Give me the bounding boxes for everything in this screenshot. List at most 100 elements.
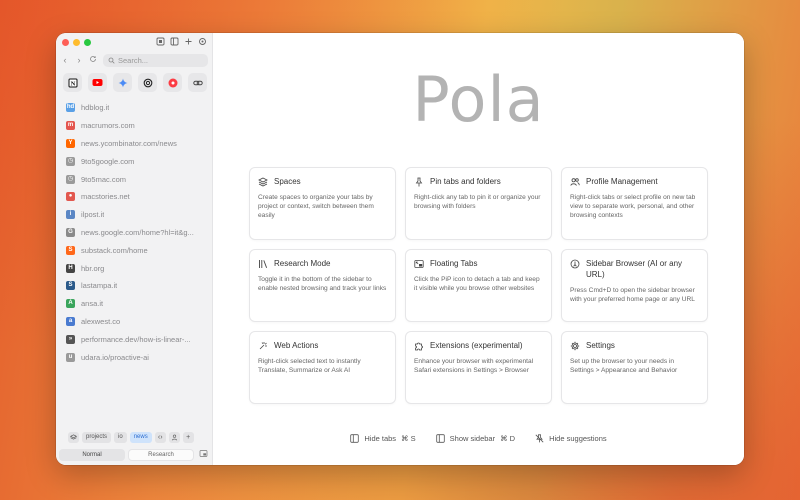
sidebar-tab-label: ilpost.it — [81, 210, 105, 220]
sidebar-tab[interactable]: Gnews.google.com/home?hl=it&g... — [56, 224, 212, 242]
minimize-window-button[interactable] — [73, 39, 80, 46]
sidebar-tab-label: alexwest.co — [81, 316, 121, 326]
search-bar[interactable] — [103, 53, 208, 67]
favicon-icon: S — [66, 281, 75, 291]
card-title: Sidebar Browser (AI or any URL) — [586, 259, 683, 279]
sidebar-tab[interactable]: u udara.io/proactive-ai — [56, 348, 212, 366]
sidebar-tab-label: news.google.com/home?hl=it&g... — [81, 227, 194, 237]
tab-list: hd hdblog.it m macrumors.com Ynews.ycombinat… — [56, 98, 212, 366]
show-sidebar-button[interactable]: Show sidebar ⌘ D — [435, 434, 515, 443]
card-profile-management[interactable]: Profile Management Right-click tabs or s… — [561, 167, 708, 240]
space-projects[interactable]: projects — [82, 431, 112, 443]
sidebar-tab-label: udara.io/proactive-ai — [81, 352, 149, 362]
sidebar-tab[interactable]: Hhbr.org — [56, 259, 212, 277]
space-stack-icon[interactable] — [68, 431, 79, 443]
feature-cards: Spaces Create spaces to organize your ta… — [249, 167, 708, 404]
sidebar-tab[interactable]: Ynews.ycombinator.com/news — [56, 135, 212, 153]
favicon-icon: H — [66, 263, 75, 273]
back-arrow-icon[interactable]: ‹ — [61, 55, 69, 65]
favicon-icon: S — [66, 245, 75, 255]
hide-suggestions-button[interactable]: Hide suggestions — [535, 434, 607, 443]
picture-in-picture-icon[interactable] — [197, 449, 209, 461]
card-title: Pin tabs and folders — [430, 177, 501, 186]
card-extensions[interactable]: Extensions (experimental) Enhance your b… — [405, 331, 552, 404]
card-sidebar-browser[interactable]: Sidebar Browser (AI or any URL) Press Cm… — [561, 249, 708, 322]
sidebar-tab[interactable]: ● macstories.net — [56, 188, 212, 206]
sidebar-left-icon — [350, 434, 360, 443]
card-title: Web Actions — [274, 341, 319, 350]
sidebar-tab[interactable]: i ilpost.it — [56, 206, 212, 224]
sidebar-tab[interactable]: ◷ 9to5mac.com — [56, 170, 212, 188]
card-pin-tabs[interactable]: Pin tabs and folders Right-click any tab… — [405, 167, 552, 240]
favicon-icon: Y — [66, 138, 75, 148]
space-person-icon[interactable] — [168, 431, 180, 443]
link-icon — [192, 80, 203, 85]
card-description: Press Cmd+D to open the sidebar browser … — [570, 287, 695, 303]
globe-icon — [570, 259, 580, 269]
sidebar-tab[interactable]: » performance.dev/how-is-linear-... — [56, 330, 212, 348]
sidebar-tab-label: hbr.org — [81, 263, 105, 273]
favicon-icon: G — [66, 227, 75, 237]
card-title: Profile Management — [586, 177, 658, 186]
card-web-actions[interactable]: Web Actions Right-click selected text to… — [249, 331, 396, 404]
gear-icon — [570, 341, 580, 351]
pinned-gemini[interactable] — [113, 73, 132, 92]
sidebar-tab[interactable]: a alexwest.co — [56, 313, 212, 331]
card-spaces[interactable]: Spaces Create spaces to organize your ta… — [249, 167, 396, 240]
profile-normal[interactable]: Normal — [59, 448, 125, 461]
reload-icon[interactable] — [89, 55, 97, 65]
hide-tabs-button[interactable]: Hide tabs ⌘ S — [350, 434, 416, 443]
favicon-icon: m — [66, 121, 75, 131]
pinned-link[interactable] — [188, 73, 207, 92]
sidebar-tab[interactable]: ◷ 9to5google.com — [56, 152, 212, 170]
layers-icon — [258, 177, 268, 187]
card-title: Spaces — [274, 177, 301, 186]
space-code-icon[interactable]: ‹› — [154, 431, 166, 443]
profile-research[interactable]: Research — [128, 448, 194, 461]
card-description: Right-click selected text to instantly T… — [258, 358, 361, 374]
tab-overview-icon[interactable] — [155, 36, 166, 47]
card-research-mode[interactable]: Research Mode Toggle it in the bottom of… — [249, 249, 396, 322]
users-icon — [570, 178, 580, 186]
forward-arrow-icon[interactable]: › — [75, 55, 83, 65]
new-tab-page: Pola Spaces Create spaces to organize yo… — [213, 33, 744, 465]
puzzle-icon — [415, 342, 423, 351]
space-io[interactable]: io — [114, 431, 127, 443]
browser-window: ‹ › N — [56, 33, 744, 465]
favicon-icon: ● — [66, 192, 75, 202]
card-settings[interactable]: Settings Set up the browser to your need… — [561, 331, 708, 404]
sidebar-tab[interactable]: m macrumors.com — [56, 117, 212, 135]
card-title: Research Mode — [274, 259, 331, 268]
favicon-icon: » — [66, 334, 75, 344]
sidebar-tab[interactable]: Slastampa.it — [56, 277, 212, 295]
picture-in-picture-icon — [414, 260, 424, 268]
space-news[interactable]: news — [129, 431, 152, 443]
hide-tabs-label: Hide tabs — [364, 434, 397, 443]
search-input[interactable] — [118, 55, 198, 65]
sidebar-tab[interactable]: hd hdblog.it — [56, 99, 212, 117]
card-floating-tabs[interactable]: Floating Tabs Click the PiP icon to deta… — [405, 249, 552, 322]
music-icon — [168, 78, 177, 87]
close-window-button[interactable] — [62, 39, 69, 46]
zoom-window-button[interactable] — [84, 39, 91, 46]
new-tab-icon[interactable] — [183, 36, 194, 47]
chatgpt-icon — [143, 78, 152, 87]
add-space-icon[interactable]: + — [182, 431, 194, 443]
pin-icon — [415, 177, 423, 187]
youtube-icon — [92, 79, 103, 86]
card-description: Set up the browser to your needs in Sett… — [570, 358, 678, 374]
sidebar-tab-label: news.ycombinator.com/news — [81, 138, 177, 148]
sidebar-toolbar — [155, 36, 208, 47]
profile-switcher: Normal Research — [59, 448, 209, 461]
card-title: Extensions (experimental) — [430, 341, 523, 350]
toggle-sidebar-icon[interactable] — [169, 36, 180, 47]
pinned-youtube[interactable] — [88, 73, 107, 92]
sidebar-tab[interactable]: Aansa.it — [56, 295, 212, 313]
pinned-notion[interactable]: N — [63, 73, 82, 92]
pinned-chatgpt[interactable] — [138, 73, 157, 92]
settings-gear-icon[interactable] — [197, 36, 208, 47]
pinned-music[interactable] — [163, 73, 182, 92]
sidebar-tab-label: lastampa.it — [81, 281, 118, 291]
sidebar-tab[interactable]: Ssubstack.com/home — [56, 241, 212, 259]
card-description: Right-click any tab to pin it or organiz… — [414, 194, 541, 210]
